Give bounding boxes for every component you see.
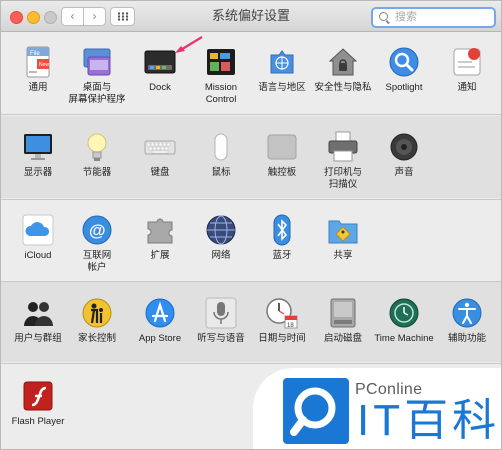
microphone-icon <box>204 296 238 330</box>
watermark-text: IT百科 <box>357 396 501 445</box>
search-field[interactable]: 搜索 <box>371 7 496 28</box>
icloud-icon <box>21 213 55 247</box>
title-bar: ‹ › 系统偏好设置 搜索 <box>1 1 501 32</box>
pref-label: 声音 <box>394 167 414 178</box>
dock-icon <box>143 45 177 79</box>
pref-notifications[interactable]: 通知 <box>432 45 501 94</box>
pref-trackpad[interactable]: 触控板 <box>247 130 317 179</box>
pref-date-time[interactable]: 18 日期与时间 <box>247 296 317 345</box>
pref-extensions[interactable]: 扩展 <box>125 213 195 262</box>
pref-label: App Store <box>138 333 182 344</box>
language-region-icon <box>265 45 299 79</box>
system-preferences-window: ‹ › 系统偏好设置 搜索 File New 通用 桌面与 屏幕保护程序 Dock <box>0 0 502 450</box>
pref-label: 打印机与 扫描仪 <box>323 167 362 190</box>
row-divider <box>1 363 501 364</box>
parental-controls-icon <box>80 296 114 330</box>
pref-bluetooth[interactable]: 蓝牙 <box>247 213 317 262</box>
pref-time-machine[interactable]: Time Machine <box>369 296 439 345</box>
pref-network[interactable]: 网络 <box>186 213 256 262</box>
pref-label: 触控板 <box>267 167 297 178</box>
svg-text:@: @ <box>89 221 106 240</box>
pref-sound[interactable]: 声音 <box>369 130 439 179</box>
pref-desktop-screensaver[interactable]: 桌面与 屏幕保护程序 <box>62 45 132 105</box>
desktop-screensaver-icon <box>80 45 114 79</box>
pref-label: 网络 <box>211 250 231 261</box>
pref-printers-scanners[interactable]: 打印机与 扫描仪 <box>308 130 378 190</box>
pref-label: 日期与时间 <box>258 333 306 344</box>
pref-dictation-speech[interactable]: 听写与语音 <box>186 296 256 345</box>
pref-label: 启动磁盘 <box>323 333 362 344</box>
pref-label: Flash Player <box>11 416 65 427</box>
search-placeholder: 搜索 <box>395 11 417 23</box>
pref-label: Mission Control <box>204 82 238 105</box>
pref-label: Time Machine <box>374 333 434 344</box>
pref-label: 辅助功能 <box>447 333 486 344</box>
clock-calendar-icon: 18 <box>265 296 299 330</box>
svg-text:18: 18 <box>287 323 294 329</box>
row-divider <box>1 114 501 115</box>
pref-label: 语言与地区 <box>258 82 306 93</box>
pref-sharing[interactable]: 共享 <box>308 213 378 262</box>
pref-app-store[interactable]: App Store <box>125 296 195 345</box>
pref-label: 桌面与 屏幕保护程序 <box>68 82 126 105</box>
flash-player-icon <box>21 379 55 413</box>
app-store-icon <box>143 296 177 330</box>
energy-saver-icon <box>80 130 114 164</box>
sound-icon <box>387 130 421 164</box>
svg-text:File: File <box>30 51 40 57</box>
trackpad-icon <box>265 130 299 164</box>
search-icon <box>379 12 388 21</box>
pref-security-privacy[interactable]: 安全性与隐私 <box>308 45 378 94</box>
security-privacy-icon <box>326 45 360 79</box>
pref-label: 通知 <box>457 82 477 93</box>
general-icon: File New <box>21 45 55 79</box>
pref-startup-disk[interactable]: 启动磁盘 <box>308 296 378 345</box>
pref-label: 听写与语音 <box>197 333 245 344</box>
sharing-icon <box>326 213 360 247</box>
pref-spotlight[interactable]: Spotlight <box>369 45 439 94</box>
users-groups-icon <box>21 296 55 330</box>
mouse-icon <box>204 130 238 164</box>
pref-label: 扩展 <box>150 250 170 261</box>
row-divider <box>1 199 501 200</box>
startup-disk-icon <box>326 296 360 330</box>
pref-accessibility[interactable]: 辅助功能 <box>432 296 501 345</box>
bluetooth-icon <box>265 213 299 247</box>
mission-control-icon <box>204 45 238 79</box>
pref-internet-accounts[interactable]: @ 互联网 帐户 <box>62 213 132 273</box>
pref-flash-player[interactable]: Flash Player <box>3 379 73 428</box>
pref-label: 互联网 帐户 <box>82 250 112 273</box>
pref-label: 安全性与隐私 <box>314 82 372 93</box>
pref-label: 家长控制 <box>77 333 116 344</box>
annotation-arrow <box>175 36 203 53</box>
pref-label: 蓝牙 <box>272 250 292 261</box>
pref-label: 鼠标 <box>211 167 231 178</box>
network-icon <box>204 213 238 247</box>
pref-energy-saver[interactable]: 节能器 <box>62 130 132 179</box>
pref-label: 键盘 <box>150 167 170 178</box>
display-icon <box>21 130 55 164</box>
spotlight-icon <box>387 45 421 79</box>
pref-language-region[interactable]: 语言与地区 <box>247 45 317 94</box>
keyboard-icon <box>143 130 177 164</box>
pref-label: 节能器 <box>82 167 112 178</box>
pref-keyboard[interactable]: 键盘 <box>125 130 195 179</box>
internet-accounts-icon: @ <box>80 213 114 247</box>
printer-icon <box>326 130 360 164</box>
time-machine-icon <box>387 296 421 330</box>
notifications-icon <box>450 45 484 79</box>
pref-mouse[interactable]: 鼠标 <box>186 130 256 179</box>
pconline-logo-icon <box>283 378 349 444</box>
pref-label: 共享 <box>333 250 353 261</box>
pref-label: Spotlight <box>385 82 423 93</box>
pref-parental-controls[interactable]: 家长控制 <box>62 296 132 345</box>
extensions-icon <box>143 213 177 247</box>
pref-label: Dock <box>149 82 171 93</box>
accessibility-icon <box>450 296 484 330</box>
svg-text:New: New <box>39 62 49 68</box>
